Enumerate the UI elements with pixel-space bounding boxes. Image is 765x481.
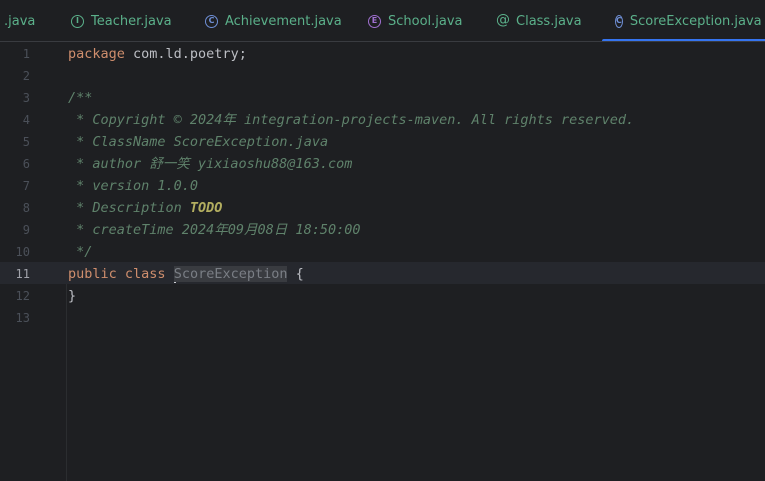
tab-achievement[interactable]: C Achievement.java bbox=[205, 0, 342, 41]
code-line[interactable]: * Description TODO bbox=[68, 197, 222, 219]
code-line[interactable]: package com.ld.poetry; bbox=[68, 43, 247, 65]
tab-label: ScoreException.java bbox=[629, 13, 762, 29]
code-token: * createTime 2024年09月08日 18:50:00 bbox=[68, 222, 361, 238]
code-token: { bbox=[287, 266, 304, 282]
code-token: package bbox=[68, 46, 134, 62]
annotation-icon: @ bbox=[496, 11, 510, 28]
code-token: TODO bbox=[189, 200, 223, 216]
code-line[interactable]: public class ScoreException { bbox=[68, 263, 304, 285]
enum-icon: E bbox=[368, 14, 381, 28]
code-token: */ bbox=[68, 244, 93, 260]
line-number: 1 bbox=[22, 47, 30, 61]
code-line[interactable]: * ClassName ScoreException.java bbox=[68, 131, 328, 153]
code-token: } bbox=[68, 288, 77, 304]
tab-label: Teacher.java bbox=[91, 13, 172, 29]
tab-label: .java bbox=[4, 13, 36, 29]
code-editor[interactable]: package com.ld.poetry; /** * Copyright © … bbox=[68, 42, 765, 481]
line-number: 9 bbox=[22, 223, 30, 237]
tab-label: Class.java bbox=[516, 13, 582, 29]
selected-identifier: ScoreException bbox=[173, 266, 288, 282]
interface-icon: I bbox=[71, 14, 84, 28]
tab-java-partial[interactable]: .java bbox=[4, 0, 36, 41]
line-number: 6 bbox=[22, 157, 30, 171]
class-icon: C bbox=[615, 14, 623, 28]
line-number-gutter[interactable]: 1 2 3 4 5 6 7 8 9 10 11 12 13 bbox=[0, 42, 64, 481]
code-token: * Description bbox=[68, 200, 190, 216]
tab-label: Achievement.java bbox=[225, 13, 342, 29]
tab-teacher[interactable]: I Teacher.java bbox=[71, 0, 172, 41]
line-number: 13 bbox=[15, 311, 30, 325]
code-token: * version 1.0.0 bbox=[68, 178, 199, 194]
line-number: 11 bbox=[15, 267, 30, 281]
line-number: 7 bbox=[22, 179, 30, 193]
line-number: 12 bbox=[15, 289, 30, 303]
code-token: public bbox=[68, 266, 125, 282]
code-line[interactable]: } bbox=[68, 285, 76, 307]
line-number: 3 bbox=[22, 91, 30, 105]
tab-label: School.java bbox=[388, 13, 463, 29]
code-token: * author 舒一笑 yixiaoshu88@163.com bbox=[68, 156, 353, 172]
line-number: 8 bbox=[22, 201, 30, 215]
code-token: /** bbox=[68, 90, 93, 106]
tab-school[interactable]: E School.java bbox=[368, 0, 463, 41]
code-line[interactable]: /** bbox=[68, 87, 92, 109]
code-line[interactable]: */ bbox=[68, 241, 92, 263]
class-icon: C bbox=[205, 14, 218, 28]
indent-guide bbox=[66, 284, 67, 481]
code-token: * Copyright © 2024年 integration-projects… bbox=[68, 112, 635, 128]
code-token: * ClassName ScoreException.java bbox=[68, 134, 329, 150]
code-line[interactable]: * version 1.0.0 bbox=[68, 175, 198, 197]
line-number: 2 bbox=[22, 69, 30, 83]
code-token: com.ld.poetry; bbox=[133, 46, 247, 62]
line-number: 10 bbox=[15, 245, 30, 259]
code-line[interactable]: * Copyright © 2024年 integration-projects… bbox=[68, 109, 634, 131]
code-token: class bbox=[124, 266, 174, 282]
line-number: 5 bbox=[22, 135, 30, 149]
line-number: 4 bbox=[22, 113, 30, 127]
code-line[interactable]: * author 舒一笑 yixiaoshu88@163.com bbox=[68, 153, 352, 175]
editor-tab-bar: .java I Teacher.java C Achievement.java … bbox=[0, 0, 765, 42]
tab-score-exception[interactable]: C ScoreException.java × bbox=[602, 0, 765, 41]
tab-class[interactable]: @ Class.java bbox=[496, 0, 582, 41]
code-line[interactable]: * createTime 2024年09月08日 18:50:00 bbox=[68, 219, 360, 241]
